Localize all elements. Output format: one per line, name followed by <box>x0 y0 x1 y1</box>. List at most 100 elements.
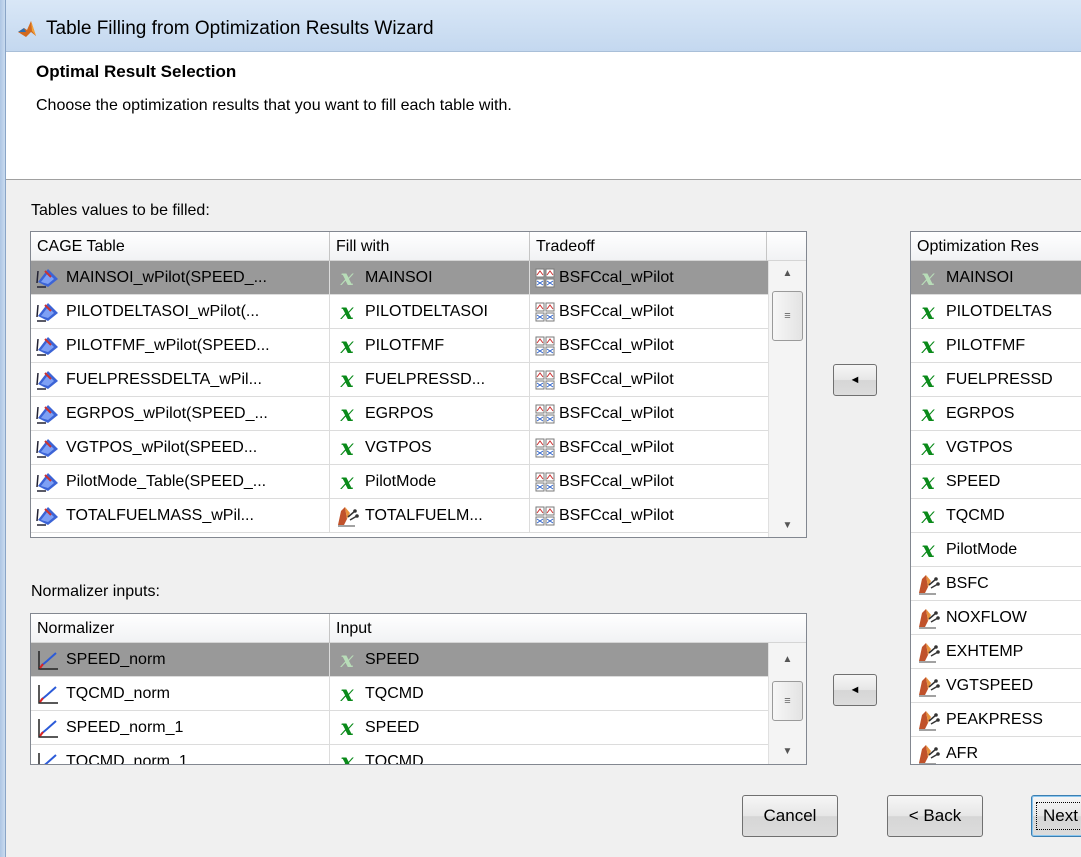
result-item[interactable]: x SPEED <box>911 465 1081 499</box>
result-item[interactable]: x TQCMD <box>911 499 1081 533</box>
input-cell[interactable]: x TQCMD <box>330 745 768 765</box>
fill-with-cell[interactable]: x EGRPOS <box>330 397 530 430</box>
cage-table-cell[interactable]: EGRPOS_wPilot(SPEED_... <box>31 397 330 430</box>
table-row[interactable]: EGRPOS_wPilot(SPEED_... x EGRPOS BSFCcal_wP… <box>31 397 768 431</box>
normalizer-cell[interactable]: TQCMD_norm <box>31 677 330 710</box>
result-item[interactable]: AFR <box>911 737 1081 764</box>
cage-table-cell[interactable]: MAINSOI_wPilot(SPEED_... <box>31 261 330 294</box>
result-item[interactable]: x VGTPOS <box>911 431 1081 465</box>
result-label: BSFC <box>946 574 989 592</box>
normalizer-cell[interactable]: SPEED_norm <box>31 643 330 676</box>
result-cell[interactable]: x EGRPOS <box>911 397 1081 430</box>
result-item[interactable]: NOXFLOW <box>911 601 1081 635</box>
normalizer-row[interactable]: SPEED_norm_1 x SPEED <box>31 711 768 745</box>
scroll-down-arrow-icon[interactable]: ▼ <box>769 513 806 537</box>
result-cell[interactable]: x MAINSOI <box>911 261 1081 294</box>
column-header-cage-table[interactable]: CAGE Table <box>31 232 330 261</box>
next-button[interactable]: Next > <box>1031 795 1081 837</box>
column-header-input[interactable]: Input <box>330 614 806 643</box>
cage-table-cell[interactable]: FUELPRESSDELTA_wPil... <box>31 363 330 396</box>
normalizer-row[interactable]: TQCMD_norm x TQCMD <box>31 677 768 711</box>
fill-with-cell[interactable]: x PilotMode <box>330 465 530 498</box>
normalizer-row[interactable]: SPEED_norm x SPEED <box>31 643 768 677</box>
tradeoff-cell[interactable]: BSFCcal_wPilot <box>530 329 768 362</box>
column-header-tradeoff[interactable]: Tradeoff <box>530 232 767 261</box>
result-cell[interactable]: x PILOTDELTAS <box>911 295 1081 328</box>
tradeoff-cell[interactable]: BSFCcal_wPilot <box>530 431 768 464</box>
normalizer-cell[interactable]: SPEED_norm_1 <box>31 711 330 744</box>
fill-with-cell[interactable]: x FUELPRESSD... <box>330 363 530 396</box>
scroll-up-arrow-icon[interactable]: ▲ <box>769 261 806 285</box>
input-cell[interactable]: x TQCMD <box>330 677 768 710</box>
table-row[interactable]: TOTALFUELMASS_wPil... TOTALFUELM... BSFCca… <box>31 499 768 533</box>
result-cell[interactable]: NOXFLOW <box>911 601 1081 634</box>
column-header-fill-with[interactable]: Fill with <box>330 232 530 261</box>
tradeoff-cell[interactable]: BSFCcal_wPilot <box>530 363 768 396</box>
scroll-up-arrow-icon[interactable]: ▲ <box>769 647 806 671</box>
result-item[interactable]: VGTSPEED <box>911 669 1081 703</box>
fill-with-cell[interactable]: x MAINSOI <box>330 261 530 294</box>
table-row[interactable]: PilotMode_Table(SPEED_... x PilotMode BSFCc… <box>31 465 768 499</box>
result-item[interactable]: x EGRPOS <box>911 397 1081 431</box>
table-row[interactable]: VGTPOS_wPilot(SPEED... x VGTPOS BSFCcal_wPi… <box>31 431 768 465</box>
normalizer-grid[interactable]: Normalizer Input SPEED_norm x SPEED TQCMD_n… <box>30 613 807 765</box>
normalizer-icon <box>36 649 60 671</box>
result-cell[interactable]: PEAKPRESS <box>911 703 1081 736</box>
result-item[interactable]: x PILOTFMF <box>911 329 1081 363</box>
normalizer-scrollbar[interactable]: ▲ ≡ ▼ <box>768 643 806 764</box>
table-row[interactable]: MAINSOI_wPilot(SPEED_... x MAINSOI BSFCcal_… <box>31 261 768 295</box>
assign-normalizer-button[interactable]: ◄ <box>833 674 877 706</box>
column-header-optimization-results[interactable]: Optimization Res <box>911 232 1081 261</box>
tradeoff-cell[interactable]: BSFCcal_wPilot <box>530 295 768 328</box>
cage-table-cell[interactable]: PilotMode_Table(SPEED_... <box>31 465 330 498</box>
cage-table-cell[interactable]: TOTALFUELMASS_wPil... <box>31 499 330 532</box>
scroll-thumb[interactable]: ≡ <box>772 681 803 721</box>
fill-with-cell[interactable]: x PILOTFMF <box>330 329 530 362</box>
result-cell[interactable]: x PILOTFMF <box>911 329 1081 362</box>
cage-table-cell[interactable]: VGTPOS_wPilot(SPEED... <box>31 431 330 464</box>
input-cell[interactable]: x SPEED <box>330 643 768 676</box>
tradeoff-cell[interactable]: BSFCcal_wPilot <box>530 465 768 498</box>
title-bar[interactable]: Table Filling from Optimization Results … <box>6 0 1081 52</box>
result-cell[interactable]: VGTSPEED <box>911 669 1081 702</box>
result-cell[interactable]: BSFC <box>911 567 1081 600</box>
result-item[interactable]: BSFC <box>911 567 1081 601</box>
tradeoff-cell[interactable]: BSFCcal_wPilot <box>530 397 768 430</box>
result-item[interactable]: x PILOTDELTAS <box>911 295 1081 329</box>
result-cell[interactable]: x TQCMD <box>911 499 1081 532</box>
normalizer-row[interactable]: TQCMD_norm_1 x TQCMD <box>31 745 768 765</box>
result-item[interactable]: x MAINSOI <box>911 261 1081 295</box>
cage-table-cell[interactable]: PILOTDELTASOI_wPilot(... <box>31 295 330 328</box>
cage-tables-grid[interactable]: CAGE Table Fill with Tradeoff MAINSOI_wP… <box>30 231 807 538</box>
column-header-normalizer[interactable]: Normalizer <box>31 614 330 643</box>
result-item[interactable]: x PilotMode <box>911 533 1081 567</box>
back-button[interactable]: < Back <box>887 795 983 837</box>
result-cell[interactable]: x FUELPRESSD <box>911 363 1081 396</box>
result-cell[interactable]: EXHTEMP <box>911 635 1081 668</box>
scroll-down-arrow-icon[interactable]: ▼ <box>769 739 806 763</box>
result-item[interactable]: x FUELPRESSD <box>911 363 1081 397</box>
result-item[interactable]: EXHTEMP <box>911 635 1081 669</box>
result-cell[interactable]: AFR <box>911 737 1081 764</box>
normalizer-name: SPEED_norm_1 <box>66 718 184 736</box>
fill-with-cell[interactable]: TOTALFUELM... <box>330 499 530 532</box>
table-row[interactable]: PILOTFMF_wPilot(SPEED... x PILOTFMF BSFCcal… <box>31 329 768 363</box>
fill-with-cell[interactable]: x PILOTDELTASOI <box>330 295 530 328</box>
tradeoff-cell[interactable]: BSFCcal_wPilot <box>530 261 768 294</box>
input-cell[interactable]: x SPEED <box>330 711 768 744</box>
optimization-results-list[interactable]: Optimization Res x MAINSOI x PILOTDELTAS x PI… <box>910 231 1081 765</box>
assign-table-button[interactable]: ◄ <box>833 364 877 396</box>
fill-with-cell[interactable]: x VGTPOS <box>330 431 530 464</box>
result-item[interactable]: PEAKPRESS <box>911 703 1081 737</box>
normalizer-cell[interactable]: TQCMD_norm_1 <box>31 745 330 764</box>
tradeoff-cell[interactable]: BSFCcal_wPilot <box>530 499 768 532</box>
result-cell[interactable]: x PilotMode <box>911 533 1081 566</box>
table-row[interactable]: PILOTDELTASOI_wPilot(... x PILOTDELTASOI BS… <box>31 295 768 329</box>
tables-scrollbar[interactable]: ▲ ≡ ▼ <box>768 261 806 537</box>
table-row[interactable]: FUELPRESSDELTA_wPil... x FUELPRESSD... BSFC… <box>31 363 768 397</box>
cancel-button[interactable]: Cancel <box>742 795 838 837</box>
result-cell[interactable]: x VGTPOS <box>911 431 1081 464</box>
cage-table-cell[interactable]: PILOTFMF_wPilot(SPEED... <box>31 329 330 362</box>
scroll-thumb[interactable]: ≡ <box>772 291 803 341</box>
result-cell[interactable]: x SPEED <box>911 465 1081 498</box>
